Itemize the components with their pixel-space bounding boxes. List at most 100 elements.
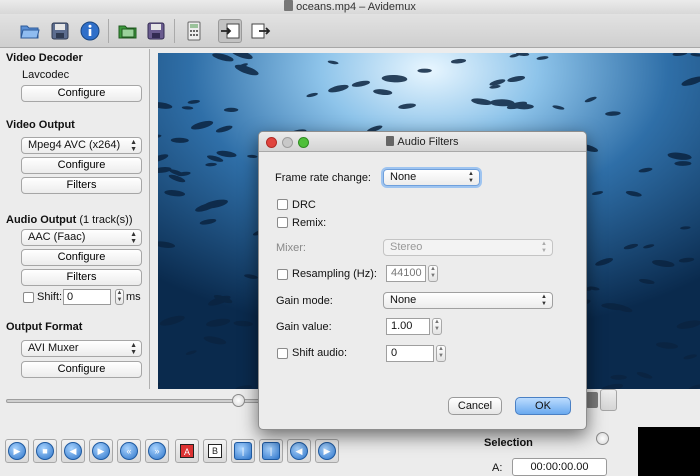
video-codec-select[interactable]: Mpeg4 AVC (x264) ▲ ▼ xyxy=(21,137,142,154)
gain-value-input[interactable]: 1.00 xyxy=(386,318,430,335)
goto-marker-b-icon[interactable]: | xyxy=(259,439,283,463)
video-codec-value: Mpeg4 AVC (x264) xyxy=(28,139,121,151)
info-icon[interactable] xyxy=(78,19,102,43)
dialog-title: Audio Filters xyxy=(397,136,459,148)
video-output-title: Video Output xyxy=(6,119,75,131)
minimize-window-icon[interactable] xyxy=(282,137,293,148)
window-titlebar: oceans.mp4 – Avidemux xyxy=(0,0,700,14)
playback-toolbar: ▶ ■ ◀ ▶ « » A B | | ◀ ▶ xyxy=(5,437,340,465)
save-icon[interactable] xyxy=(48,19,72,43)
stop-icon[interactable]: ■ xyxy=(33,439,57,463)
gain-mode-select[interactable]: None ▲ ▼ xyxy=(383,292,553,309)
output-format-title: Output Format xyxy=(6,321,83,333)
audio-output-title: Audio Output (1 track(s)) xyxy=(6,214,133,226)
shift-audio-stepper[interactable]: ▲ ▼ xyxy=(436,345,446,362)
toolbar-separator xyxy=(174,19,175,43)
marker-b-glyph: B xyxy=(208,444,222,458)
audio-track-count: (1 track(s)) xyxy=(79,214,133,226)
frame-rate-select[interactable]: None ▲ ▼ xyxy=(383,169,480,186)
audio-shift-label: Shift: xyxy=(37,291,63,303)
selection-label: Selection xyxy=(484,437,533,449)
mixer-label: Mixer: xyxy=(276,242,306,254)
chevron-updown-icon: ▲ ▼ xyxy=(541,241,547,254)
document-icon xyxy=(386,136,395,146)
audio-codec-select[interactable]: AAC (Faac) ▲ ▼ xyxy=(21,229,142,246)
audio-codec-value: AAC (Faac) xyxy=(28,231,86,243)
muxer-value: AVI Muxer xyxy=(28,342,79,354)
mixer-select[interactable]: Stereo ▲ ▼ xyxy=(383,239,553,256)
calculator-icon[interactable] xyxy=(182,19,206,43)
previous-keyframe-icon[interactable]: « xyxy=(117,439,141,463)
close-window-icon[interactable] xyxy=(266,137,277,148)
next-keyframe-icon[interactable]: » xyxy=(145,439,169,463)
gain-mode-label: Gain mode: xyxy=(276,295,333,307)
resampling-stepper[interactable]: ▲ ▼ xyxy=(428,265,438,282)
audio-filters-button[interactable]: Filters xyxy=(21,269,142,286)
secondary-preview xyxy=(638,427,700,476)
fish-shape xyxy=(610,374,627,380)
set-marker-b-icon[interactable]: B xyxy=(203,439,227,463)
set-marker-a-icon[interactable]: A xyxy=(175,439,199,463)
resampling-checkbox[interactable] xyxy=(277,269,288,280)
shift-audio-input[interactable]: 0 xyxy=(386,345,434,362)
play-icon[interactable]: ▶ xyxy=(5,439,29,463)
previous-black-frame-icon[interactable]: ◀ xyxy=(287,439,311,463)
frame-rate-value: None xyxy=(390,171,417,183)
video-decoder-title: Video Decoder xyxy=(6,52,83,64)
muxer-select[interactable]: AVI Muxer ▲ ▼ xyxy=(21,340,142,357)
mixer-value: Stereo xyxy=(390,241,423,253)
ok-button[interactable]: OK xyxy=(515,397,571,415)
timeline-slider-thumb[interactable] xyxy=(232,394,245,407)
video-output-configure-button[interactable]: Configure xyxy=(21,157,142,174)
frame-rate-label: Frame rate change: xyxy=(275,172,371,184)
gain-value-stepper[interactable]: ▲ ▼ xyxy=(432,318,442,335)
chevron-updown-icon: ▲ ▼ xyxy=(468,171,474,184)
shift-audio-label: Shift audio: xyxy=(292,347,348,359)
audio-output-title-text: Audio Output xyxy=(6,214,77,226)
zoom-window-icon[interactable] xyxy=(298,137,309,148)
audio-filters-dialog: Audio Filters Frame rate change: None ▲ ▼… xyxy=(258,131,587,430)
audio-shift-unit: ms xyxy=(126,291,141,303)
resampling-label: Resampling (Hz): xyxy=(292,268,377,280)
resampling-input[interactable]: 44100 xyxy=(386,265,426,282)
document-icon xyxy=(284,0,294,11)
window-title: oceans.mp4 – Avidemux xyxy=(296,1,416,13)
gain-mode-value: None xyxy=(390,294,417,306)
audio-output-configure-button[interactable]: Configure xyxy=(21,249,142,266)
chevron-updown-icon: ▲ ▼ xyxy=(130,342,137,356)
marker-a-glyph: A xyxy=(180,444,194,458)
marker-a-time[interactable]: 00:00:00.00 xyxy=(512,458,607,476)
gain-value-label: Gain value: xyxy=(276,321,332,333)
video-decoder-configure-button[interactable]: Configure xyxy=(21,85,142,102)
audio-shift-checkbox[interactable] xyxy=(23,292,34,303)
import-icon[interactable] xyxy=(218,19,242,43)
open-image-icon[interactable] xyxy=(116,19,140,43)
next-frame-icon[interactable]: ▶ xyxy=(89,439,113,463)
open-folder-icon[interactable] xyxy=(18,19,42,43)
speaker-icon[interactable] xyxy=(600,389,617,411)
audio-shift-stepper[interactable]: ▲ ▼ xyxy=(115,289,124,305)
volume-indicator xyxy=(586,392,598,408)
next-black-frame-icon[interactable]: ▶ xyxy=(315,439,339,463)
video-decoder-codec: Lavcodec xyxy=(22,69,70,81)
export-icon[interactable] xyxy=(249,19,273,43)
drc-label: DRC xyxy=(292,199,316,211)
drc-checkbox[interactable] xyxy=(277,199,288,210)
chevron-updown-icon: ▲ ▼ xyxy=(541,294,547,307)
dialog-titlebar: Audio Filters xyxy=(259,132,586,152)
volume-slider-thumb[interactable] xyxy=(596,432,609,445)
remix-checkbox[interactable] xyxy=(277,217,288,228)
cancel-button[interactable]: Cancel xyxy=(448,397,502,415)
save-image-icon[interactable] xyxy=(144,19,168,43)
video-filters-button[interactable]: Filters xyxy=(21,177,142,194)
remix-label: Remix: xyxy=(292,217,327,229)
shift-audio-checkbox[interactable] xyxy=(277,348,288,359)
previous-frame-icon[interactable]: ◀ xyxy=(61,439,85,463)
toolbar xyxy=(0,14,700,48)
goto-marker-a-icon[interactable]: | xyxy=(231,439,255,463)
output-format-configure-button[interactable]: Configure xyxy=(21,361,142,378)
chevron-updown-icon: ▲ ▼ xyxy=(130,231,137,245)
audio-shift-input[interactable]: 0 xyxy=(63,289,111,305)
chevron-updown-icon: ▲ ▼ xyxy=(130,139,137,153)
marker-a-label: A: xyxy=(492,462,503,474)
